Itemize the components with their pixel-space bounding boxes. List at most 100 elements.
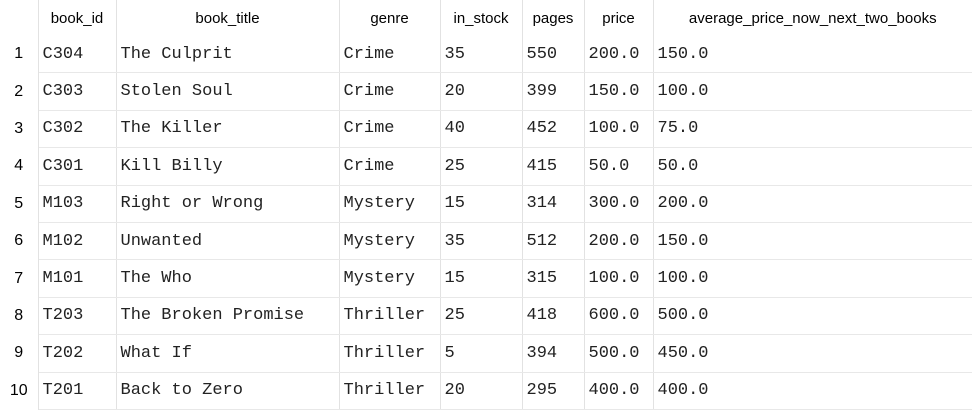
cell-average-price[interactable]: 150.0: [653, 36, 972, 74]
cell-book-title[interactable]: The Killer: [116, 110, 340, 149]
table-row[interactable]: 8 T203 The Broken Promise Thriller 25 418 600.…: [0, 297, 972, 336]
cell-average-price[interactable]: 75.0: [653, 110, 972, 149]
column-header-in-stock[interactable]: in_stock: [440, 0, 523, 36]
cell-book-title[interactable]: The Broken Promise: [116, 297, 340, 336]
cell-pages[interactable]: 314: [522, 185, 585, 223]
cell-in-stock[interactable]: 15: [440, 185, 523, 223]
row-number: 6: [0, 222, 39, 260]
cell-pages[interactable]: 512: [522, 222, 585, 261]
row-number: 10: [0, 372, 39, 410]
table-row[interactable]: 1 C304 The Culprit Crime 35 550 200.0 150.0: [0, 36, 972, 74]
cell-average-price[interactable]: 200.0: [653, 185, 972, 223]
cell-price[interactable]: 300.0: [584, 185, 654, 223]
cell-genre[interactable]: Crime: [339, 110, 441, 149]
table-row[interactable]: 7 M101 The Who Mystery 15 315 100.0 100.0: [0, 259, 972, 298]
row-number: 1: [0, 36, 39, 73]
cell-book-id[interactable]: T202: [38, 334, 117, 373]
cell-in-stock[interactable]: 25: [440, 147, 523, 186]
cell-book-title[interactable]: The Who: [116, 259, 340, 298]
cell-book-id[interactable]: M101: [38, 259, 117, 298]
cell-book-id[interactable]: T203: [38, 297, 117, 336]
row-number: 4: [0, 147, 39, 186]
table-row[interactable]: 4 C301 Kill Billy Crime 25 415 50.0 50.0: [0, 147, 972, 186]
cell-average-price[interactable]: 400.0: [653, 372, 972, 410]
cell-pages[interactable]: 394: [522, 334, 585, 373]
table-row[interactable]: 2 C303 Stolen Soul Crime 20 399 150.0 100.0: [0, 72, 972, 111]
table-row[interactable]: 9 T202 What If Thriller 5 394 500.0 450.0: [0, 334, 972, 373]
cell-book-id[interactable]: T201: [38, 372, 117, 410]
row-number: 5: [0, 185, 39, 223]
cell-in-stock[interactable]: 35: [440, 36, 523, 74]
results-grid: book_id book_title genre in_stock pages …: [0, 0, 972, 410]
cell-genre[interactable]: Mystery: [339, 222, 441, 261]
cell-pages[interactable]: 550: [522, 36, 585, 74]
cell-book-title[interactable]: Stolen Soul: [116, 72, 340, 111]
cell-genre[interactable]: Crime: [339, 147, 441, 186]
cell-average-price[interactable]: 450.0: [653, 334, 972, 373]
cell-price[interactable]: 100.0: [584, 110, 654, 149]
cell-book-title[interactable]: Kill Billy: [116, 147, 340, 186]
header-row: book_id book_title genre in_stock pages …: [0, 0, 972, 36]
cell-genre[interactable]: Thriller: [339, 297, 441, 336]
cell-genre[interactable]: Crime: [339, 36, 441, 74]
table-body: 1 C304 The Culprit Crime 35 550 200.0 150.0 2 C30…: [0, 36, 972, 410]
cell-book-title[interactable]: Back to Zero: [116, 372, 340, 410]
row-number-header: [0, 0, 39, 36]
column-header-average-price[interactable]: average_price_now_next_two_books: [653, 0, 972, 36]
cell-book-title[interactable]: The Culprit: [116, 36, 340, 74]
table-row[interactable]: 5 M103 Right or Wrong Mystery 15 314 300.0 200.…: [0, 185, 972, 223]
column-header-genre[interactable]: genre: [339, 0, 441, 36]
cell-book-id[interactable]: M102: [38, 222, 117, 261]
cell-book-title[interactable]: Unwanted: [116, 222, 340, 261]
cell-in-stock[interactable]: 40: [440, 110, 523, 149]
cell-price[interactable]: 50.0: [584, 147, 654, 186]
cell-in-stock[interactable]: 35: [440, 222, 523, 261]
cell-pages[interactable]: 295: [522, 372, 585, 410]
cell-in-stock[interactable]: 20: [440, 72, 523, 111]
results-table: book_id book_title genre in_stock pages …: [0, 0, 972, 410]
cell-book-id[interactable]: C303: [38, 72, 117, 111]
cell-pages[interactable]: 315: [522, 259, 585, 298]
table-row[interactable]: 3 C302 The Killer Crime 40 452 100.0 75.0: [0, 110, 972, 149]
table-row[interactable]: 6 M102 Unwanted Mystery 35 512 200.0 150.0: [0, 222, 972, 261]
cell-price[interactable]: 100.0: [584, 259, 654, 298]
cell-average-price[interactable]: 500.0: [653, 297, 972, 336]
column-header-book-title[interactable]: book_title: [116, 0, 340, 36]
cell-book-title[interactable]: What If: [116, 334, 340, 373]
row-number: 2: [0, 72, 39, 111]
cell-price[interactable]: 200.0: [584, 222, 654, 261]
cell-average-price[interactable]: 50.0: [653, 147, 972, 186]
column-header-pages[interactable]: pages: [522, 0, 585, 36]
cell-pages[interactable]: 415: [522, 147, 585, 186]
cell-book-id[interactable]: C304: [38, 36, 117, 74]
cell-average-price[interactable]: 100.0: [653, 72, 972, 111]
cell-average-price[interactable]: 100.0: [653, 259, 972, 298]
row-number: 7: [0, 259, 39, 298]
cell-price[interactable]: 500.0: [584, 334, 654, 373]
cell-book-id[interactable]: C302: [38, 110, 117, 149]
cell-pages[interactable]: 399: [522, 72, 585, 111]
table-row[interactable]: 10 T201 Back to Zero Thriller 20 295 400.0 400.…: [0, 372, 972, 410]
cell-price[interactable]: 200.0: [584, 36, 654, 74]
cell-pages[interactable]: 452: [522, 110, 585, 149]
cell-in-stock[interactable]: 25: [440, 297, 523, 336]
cell-genre[interactable]: Thriller: [339, 372, 441, 410]
row-number: 8: [0, 297, 39, 335]
cell-in-stock[interactable]: 20: [440, 372, 523, 410]
cell-pages[interactable]: 418: [522, 297, 585, 336]
cell-genre[interactable]: Crime: [339, 72, 441, 111]
cell-genre[interactable]: Thriller: [339, 334, 441, 373]
cell-price[interactable]: 400.0: [584, 372, 654, 410]
cell-genre[interactable]: Mystery: [339, 259, 441, 298]
cell-average-price[interactable]: 150.0: [653, 222, 972, 261]
cell-in-stock[interactable]: 5: [440, 334, 523, 373]
column-header-price[interactable]: price: [584, 0, 654, 36]
cell-price[interactable]: 600.0: [584, 297, 654, 336]
column-header-book-id[interactable]: book_id: [38, 0, 117, 36]
cell-book-id[interactable]: M103: [38, 185, 117, 223]
cell-in-stock[interactable]: 15: [440, 259, 523, 298]
cell-genre[interactable]: Mystery: [339, 185, 441, 223]
cell-book-title[interactable]: Right or Wrong: [116, 185, 340, 223]
cell-book-id[interactable]: C301: [38, 147, 117, 186]
cell-price[interactable]: 150.0: [584, 72, 654, 111]
